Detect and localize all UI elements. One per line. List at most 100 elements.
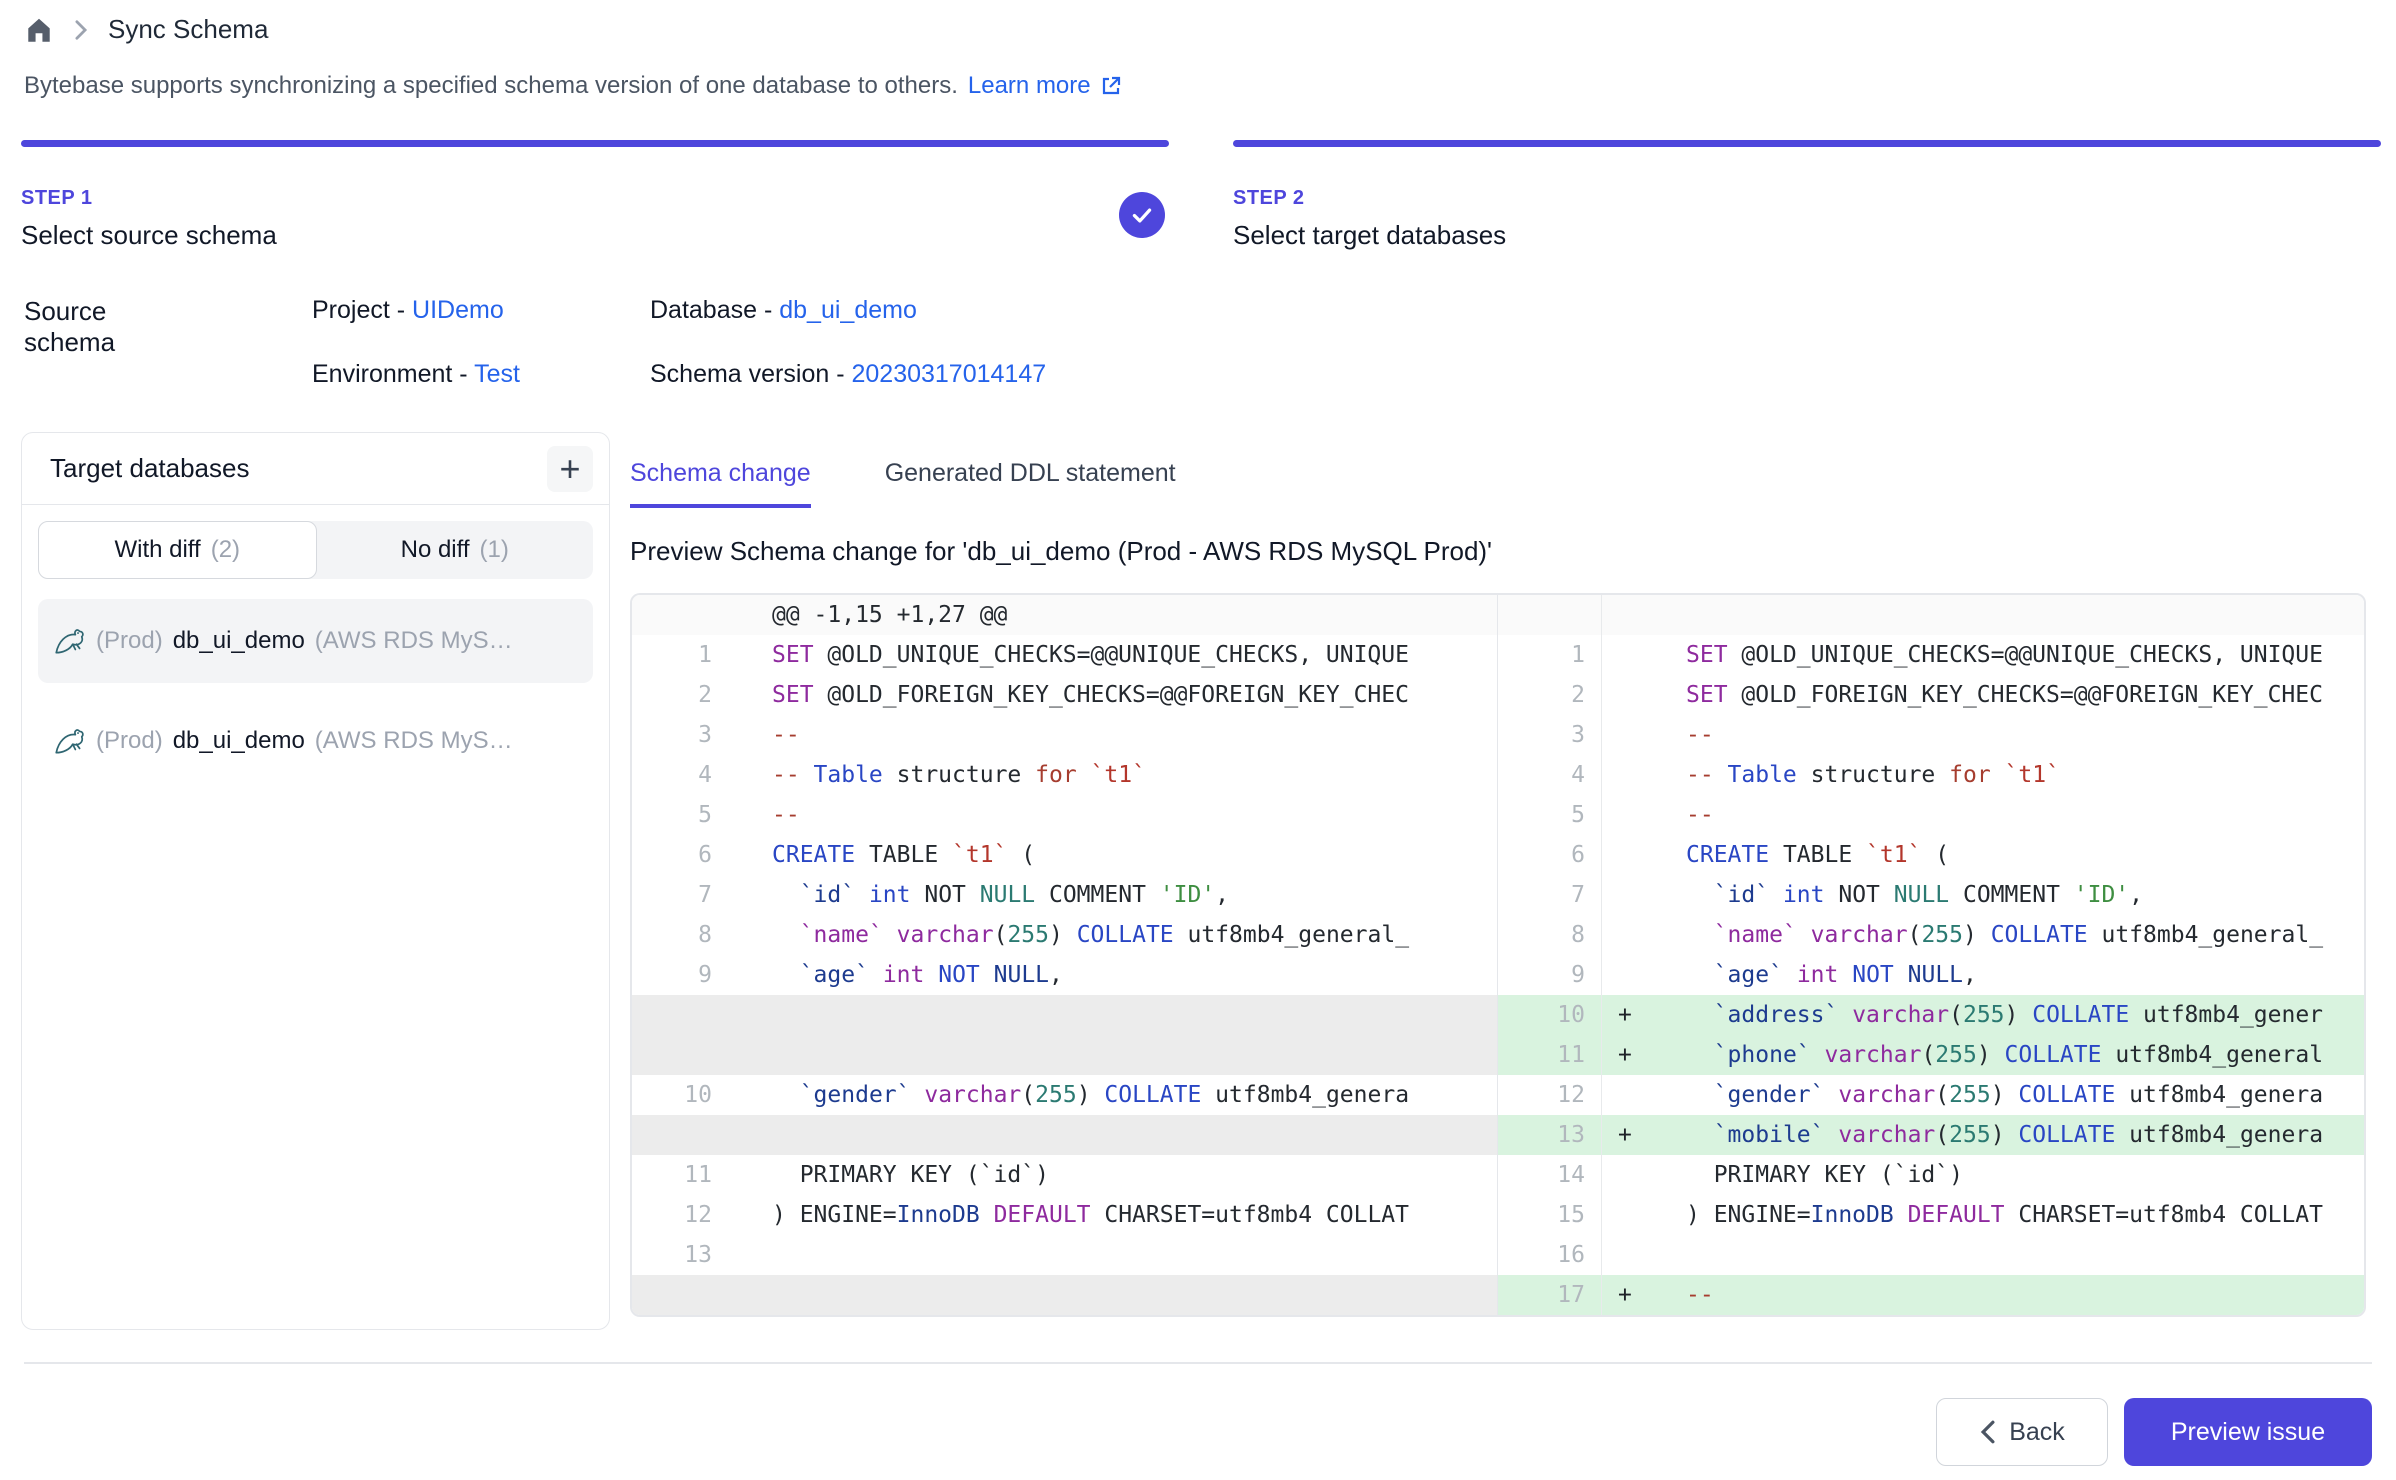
home-icon[interactable] — [24, 15, 54, 45]
line-number: 1 — [1498, 635, 1602, 675]
sync-schema-page: Sync Schema Bytebase supports synchroniz… — [0, 0, 2396, 1480]
footer-divider — [24, 1362, 2372, 1364]
preview-title: Preview Schema change for 'db_ui_demo (P… — [630, 536, 1492, 567]
learn-more-link[interactable]: Learn more — [968, 72, 1123, 100]
preview-issue-button[interactable]: Preview issue — [2124, 1398, 2372, 1466]
schema-diff-viewer: @@ -1,15 +1,27 @@1SET @OLD_UNIQUE_CHECKS… — [630, 593, 2366, 1317]
diff-left-cell: 6CREATE TABLE `t1` ( — [632, 835, 1498, 875]
code-line — [1672, 595, 2364, 635]
line-number: 11 — [1498, 1035, 1602, 1075]
diff-right-cell: 16 — [1498, 1235, 2364, 1275]
diff-row: 7 `id` int NOT NULL COMMENT 'ID',7 `id` … — [632, 875, 2364, 915]
diff-left-cell: 3-- — [632, 715, 1498, 755]
diff-left-cell: 1SET @OLD_UNIQUE_CHECKS=@@UNIQUE_CHECKS,… — [632, 635, 1498, 675]
diff-right-cell — [1498, 595, 2364, 635]
diff-left-cell: 9 `age` int NOT NULL, — [632, 955, 1498, 995]
code-line: `name` varchar(255) COLLATE utf8mb4_gene… — [1672, 915, 2364, 955]
line-number: 9 — [632, 955, 728, 995]
diff-add-marker: + — [1602, 1115, 1672, 1155]
code-line: PRIMARY KEY (`id`) — [1672, 1155, 2364, 1195]
step-1-label: STEP 1 — [21, 187, 1169, 210]
code-line: SET @OLD_FOREIGN_KEY_CHECKS=@@FOREIGN_KE… — [728, 675, 1497, 715]
diff-row: 2SET @OLD_FOREIGN_KEY_CHECKS=@@FOREIGN_K… — [632, 675, 2364, 715]
code-line: -- Table structure for `t1` — [728, 755, 1497, 795]
line-number: 3 — [632, 715, 728, 755]
line-number: 2 — [1498, 675, 1602, 715]
target-databases-title: Target databases — [50, 453, 249, 484]
schema-version-link[interactable]: 20230317014147 — [851, 360, 1046, 388]
line-number: 7 — [1498, 875, 1602, 915]
line-number: 4 — [632, 755, 728, 795]
tab-with-diff[interactable]: With diff(2) — [38, 521, 317, 579]
step-2-label: STEP 2 — [1233, 187, 2381, 210]
source-database: Database - db_ui_demo — [650, 296, 917, 325]
target-db-list: (Prod)db_ui_demo(AWS RDS MyS…(Prod)db_ui… — [38, 599, 593, 783]
line-number: 11 — [632, 1155, 728, 1195]
code-line: `phone` varchar(255) COLLATE utf8mb4_gen… — [1672, 1035, 2364, 1075]
line-number: 2 — [632, 675, 728, 715]
diff-row: 9 `age` int NOT NULL,9 `age` int NOT NUL… — [632, 955, 2364, 995]
code-line: SET @OLD_FOREIGN_KEY_CHECKS=@@FOREIGN_KE… — [1672, 675, 2364, 715]
diff-add-marker — [1602, 915, 1672, 955]
line-number: 6 — [632, 835, 728, 875]
line-number: 8 — [632, 915, 728, 955]
diff-add-marker — [1602, 955, 1672, 995]
line-number: 16 — [1498, 1235, 1602, 1275]
breadcrumb: Sync Schema — [24, 14, 268, 45]
line-number: 12 — [1498, 1075, 1602, 1115]
diff-add-marker — [1602, 715, 1672, 755]
code-line: `age` int NOT NULL, — [728, 955, 1497, 995]
diff-row: 1316 — [632, 1235, 2364, 1275]
line-number: 4 — [1498, 755, 1602, 795]
project-link[interactable]: UIDemo — [412, 296, 504, 324]
code-line: PRIMARY KEY (`id`) — [728, 1155, 1497, 1195]
db-environment: (Prod) — [96, 727, 163, 755]
tab-no-diff[interactable]: No diff(1) — [317, 521, 594, 579]
diff-add-marker — [1602, 1235, 1672, 1275]
code-line: `id` int NOT NULL COMMENT 'ID', — [728, 875, 1497, 915]
schema-view-tabs: Schema change Generated DDL statement — [630, 459, 1176, 508]
line-number: 6 — [1498, 835, 1602, 875]
add-target-database-button[interactable]: + — [547, 446, 593, 492]
diff-add-marker: + — [1602, 1035, 1672, 1075]
diff-add-marker — [1602, 755, 1672, 795]
line-number — [632, 1035, 728, 1075]
diff-right-cell: 14 PRIMARY KEY (`id`) — [1498, 1155, 2364, 1195]
environment-link[interactable]: Test — [474, 360, 520, 388]
diff-add-marker — [1602, 1155, 1672, 1195]
diff-add-marker — [1602, 795, 1672, 835]
db-name: db_ui_demo — [173, 727, 305, 755]
back-button[interactable]: Back — [1936, 1398, 2108, 1466]
diff-right-cell: 1SET @OLD_UNIQUE_CHECKS=@@UNIQUE_CHECKS,… — [1498, 635, 2364, 675]
code-line — [728, 1035, 1497, 1075]
code-line: CREATE TABLE `t1` ( — [1672, 835, 2364, 875]
code-line: `address` varchar(255) COLLATE utf8mb4_g… — [1672, 995, 2364, 1035]
target-db-item[interactable]: (Prod)db_ui_demo(AWS RDS MyS… — [38, 599, 593, 683]
mysql-icon — [52, 724, 86, 758]
diff-left-cell: @@ -1,15 +1,27 @@ — [632, 595, 1498, 635]
diff-left-cell: 7 `id` int NOT NULL COMMENT 'ID', — [632, 875, 1498, 915]
diff-right-cell: 4 -- Table structure for `t1` — [1498, 755, 2364, 795]
database-link[interactable]: db_ui_demo — [779, 296, 917, 324]
line-number: 12 — [632, 1195, 728, 1235]
diff-row: 11 PRIMARY KEY (`id`)14 PRIMARY KEY (`id… — [632, 1155, 2364, 1195]
diff-right-cell: 12 `gender` varchar(255) COLLATE utf8mb4… — [1498, 1075, 2364, 1115]
tab-schema-change[interactable]: Schema change — [630, 459, 811, 508]
chevron-left-icon — [1979, 1419, 1997, 1445]
db-instance: (AWS RDS MyS… — [315, 627, 513, 655]
tab-generated-ddl[interactable]: Generated DDL statement — [885, 459, 1176, 508]
code-line: -- Table structure for `t1` — [1672, 755, 2364, 795]
diff-row: 11+ `phone` varchar(255) COLLATE utf8mb4… — [632, 1035, 2364, 1075]
code-line: SET @OLD_UNIQUE_CHECKS=@@UNIQUE_CHECKS, … — [728, 635, 1497, 675]
stepper: STEP 1 Select source schema STEP 2 Selec… — [21, 140, 2381, 251]
line-number — [632, 1115, 728, 1155]
diff-add-marker — [1602, 835, 1672, 875]
target-db-item[interactable]: (Prod)db_ui_demo(AWS RDS MyS… — [38, 699, 593, 783]
line-number: 17 — [1498, 1275, 1602, 1315]
diff-row: 12) ENGINE=InnoDB DEFAULT CHARSET=utf8mb… — [632, 1195, 2364, 1235]
description-text: Bytebase supports synchronizing a specif… — [24, 72, 958, 100]
diff-row: 10+ `address` varchar(255) COLLATE utf8m… — [632, 995, 2364, 1035]
diff-left-cell — [632, 1035, 1498, 1075]
diff-left-cell: 13 — [632, 1235, 1498, 1275]
step-2: STEP 2 Select target databases — [1233, 140, 2381, 251]
